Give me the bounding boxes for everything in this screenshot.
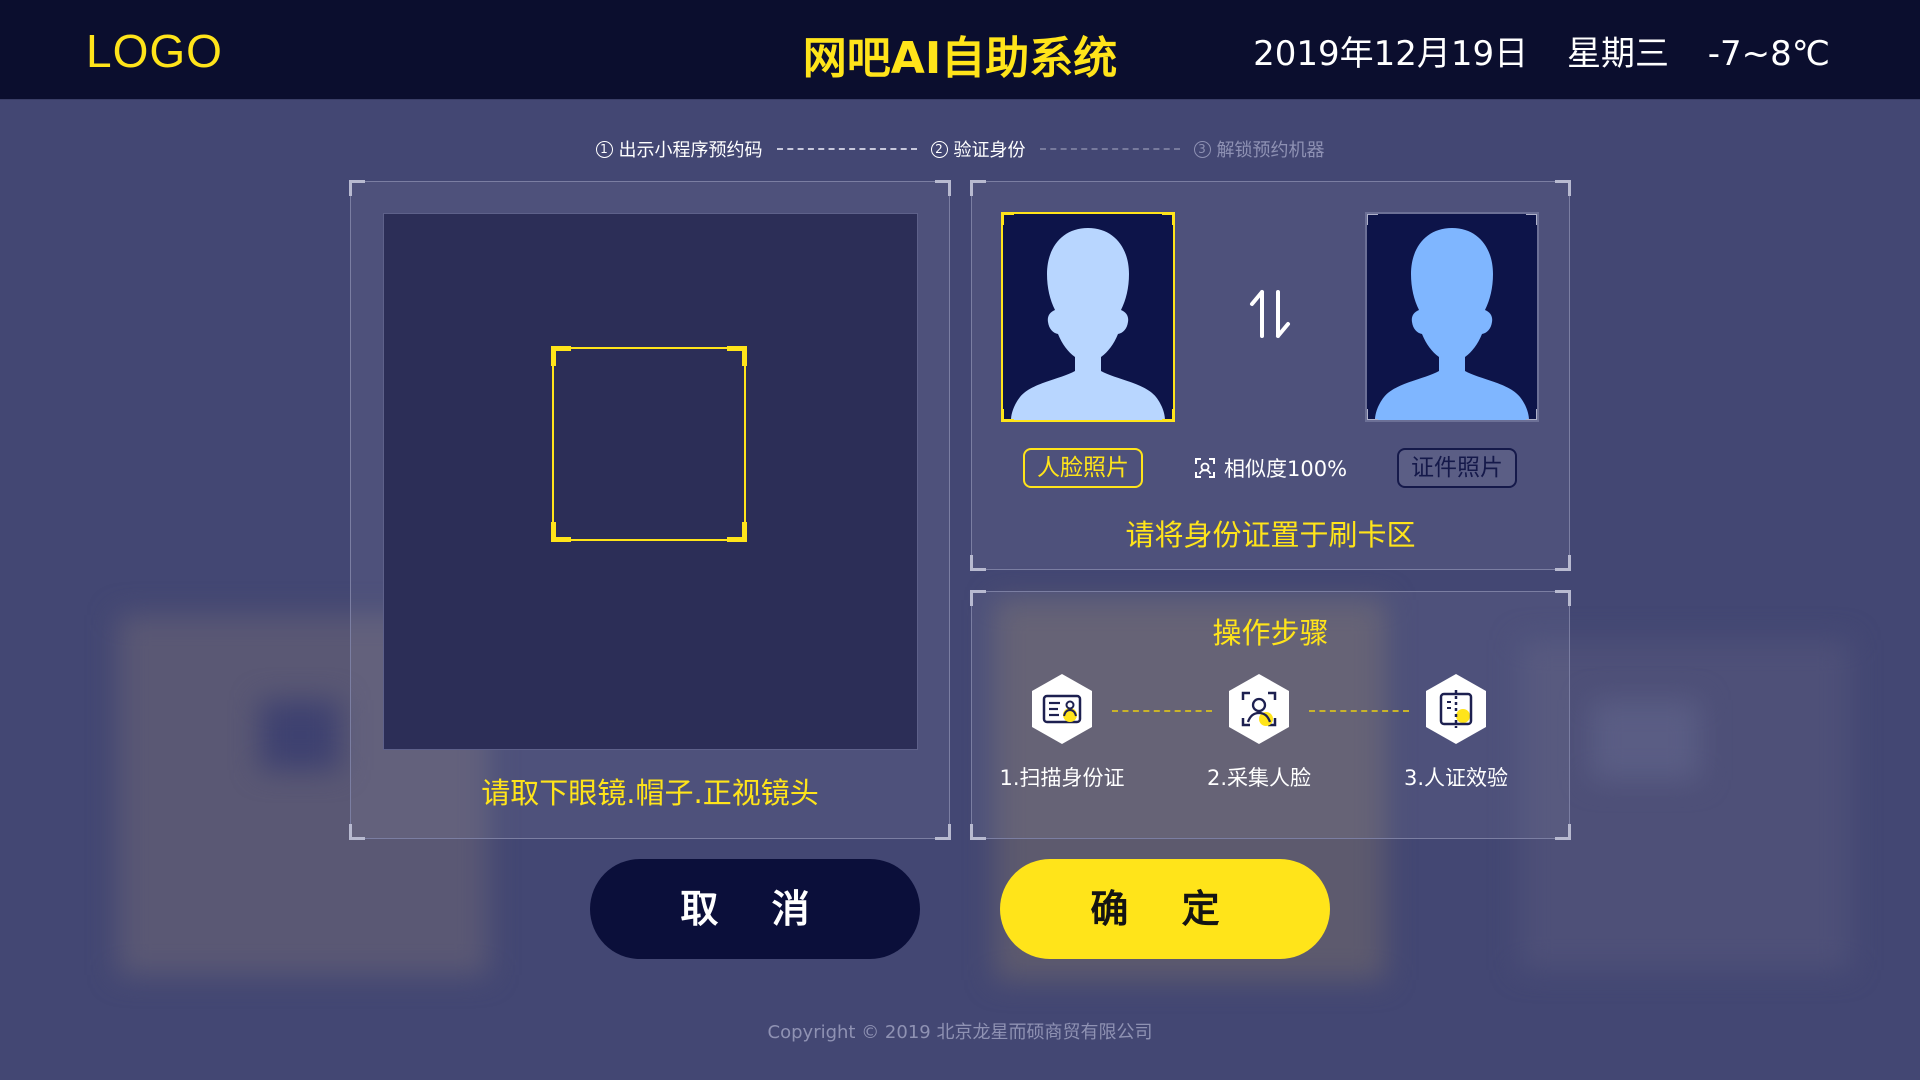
progress-stepper: 1 出示小程序预约码 2 验证身份 3 解锁预约机器 (0, 136, 1920, 162)
panel-corner (1555, 555, 1571, 571)
panel-corner (1555, 824, 1571, 840)
camera-hint: 请取下眼镜.帽子.正视镜头 (481, 776, 819, 810)
date-weather: 2019年12月19日 星期三 -7~8℃ (1253, 26, 1830, 75)
face-target-frame (551, 346, 747, 542)
step-number: 1 (595, 140, 613, 158)
step-label: 解锁预约机器 (1216, 140, 1325, 161)
similarity-text: 相似度100% (1224, 457, 1348, 481)
step-connector (1039, 148, 1180, 150)
step-label: 验证身份 (953, 140, 1026, 161)
confirm-button[interactable]: 确 定 (1000, 859, 1330, 959)
operation-step-label: 1.扫描身份证 (999, 766, 1125, 790)
background-blur-shape (1590, 700, 1700, 780)
similarity-score: 相似度100% (1194, 453, 1347, 483)
operation-steps-title: 操作步骤 (1212, 616, 1329, 650)
panel-corner (935, 824, 951, 840)
verify-icon (1426, 674, 1486, 744)
operation-step-label: 2.采集人脸 (1206, 766, 1312, 790)
step-number: 3 (1193, 140, 1211, 158)
person-silhouette-icon (1011, 228, 1165, 420)
stepper-step-3: 3 解锁预约机器 (1193, 136, 1325, 162)
stepper-step-2: 2 验证身份 (930, 136, 1026, 162)
step-label: 出示小程序预约码 (618, 140, 763, 161)
camera-panel: 请取下眼镜.帽子.正视镜头 (349, 180, 951, 840)
panel-corner (970, 824, 986, 840)
panel-corner (1555, 590, 1571, 606)
temperature-text: -7~8℃ (1707, 34, 1830, 74)
panel-corner (349, 180, 365, 196)
panel-corner (935, 180, 951, 196)
operation-step-capture-face: 2.采集人脸 (1169, 672, 1349, 792)
face-scan-icon (1229, 674, 1289, 744)
panel-corner (970, 555, 986, 571)
operation-step-scan-id: 1.扫描身份证 (972, 672, 1152, 792)
operation-step-label: 3.人证效验 (1403, 766, 1509, 790)
step-connector (776, 148, 917, 150)
photo-compare-panel: 人脸照片 相似度100% 证件照片 请将身份证置于刷卡区 (970, 180, 1571, 571)
id-card-icon (1032, 674, 1092, 744)
panel-corner (970, 590, 986, 606)
step-number: 2 (930, 140, 948, 158)
camera-preview (383, 213, 918, 750)
background-blur-shape (260, 700, 340, 770)
stepper-step-1: 1 出示小程序预约码 (595, 136, 763, 162)
face-photo (1001, 212, 1175, 422)
id-photo (1365, 212, 1539, 422)
panel-corner (970, 180, 986, 196)
id-photo-label: 证件照片 (1397, 448, 1517, 488)
copyright-footer: Copyright © 2019 北京龙星而硕商贸有限公司 (767, 1022, 1153, 1043)
weekday-text: 星期三 (1566, 34, 1669, 74)
person-silhouette-icon (1375, 228, 1529, 420)
panel-corner (1555, 180, 1571, 196)
face-photo-label: 人脸照片 (1023, 448, 1143, 488)
id-card-hint: 请将身份证置于刷卡区 (1125, 518, 1416, 552)
top-header: LOGO 网吧AI自助系统 2019年12月19日 星期三 -7~8℃ (0, 0, 1920, 100)
panel-corner (349, 824, 365, 840)
operation-step-verify: 3.人证效验 (1366, 672, 1546, 792)
face-scan-small-icon (1195, 458, 1215, 478)
compare-arrows-icon (1250, 290, 1290, 338)
date-text: 2019年12月19日 (1253, 34, 1529, 74)
cancel-button[interactable]: 取 消 (590, 859, 920, 959)
operation-steps-panel: 操作步骤 1.扫描身份证 2.采集人脸 3.人证效验 (970, 590, 1571, 840)
